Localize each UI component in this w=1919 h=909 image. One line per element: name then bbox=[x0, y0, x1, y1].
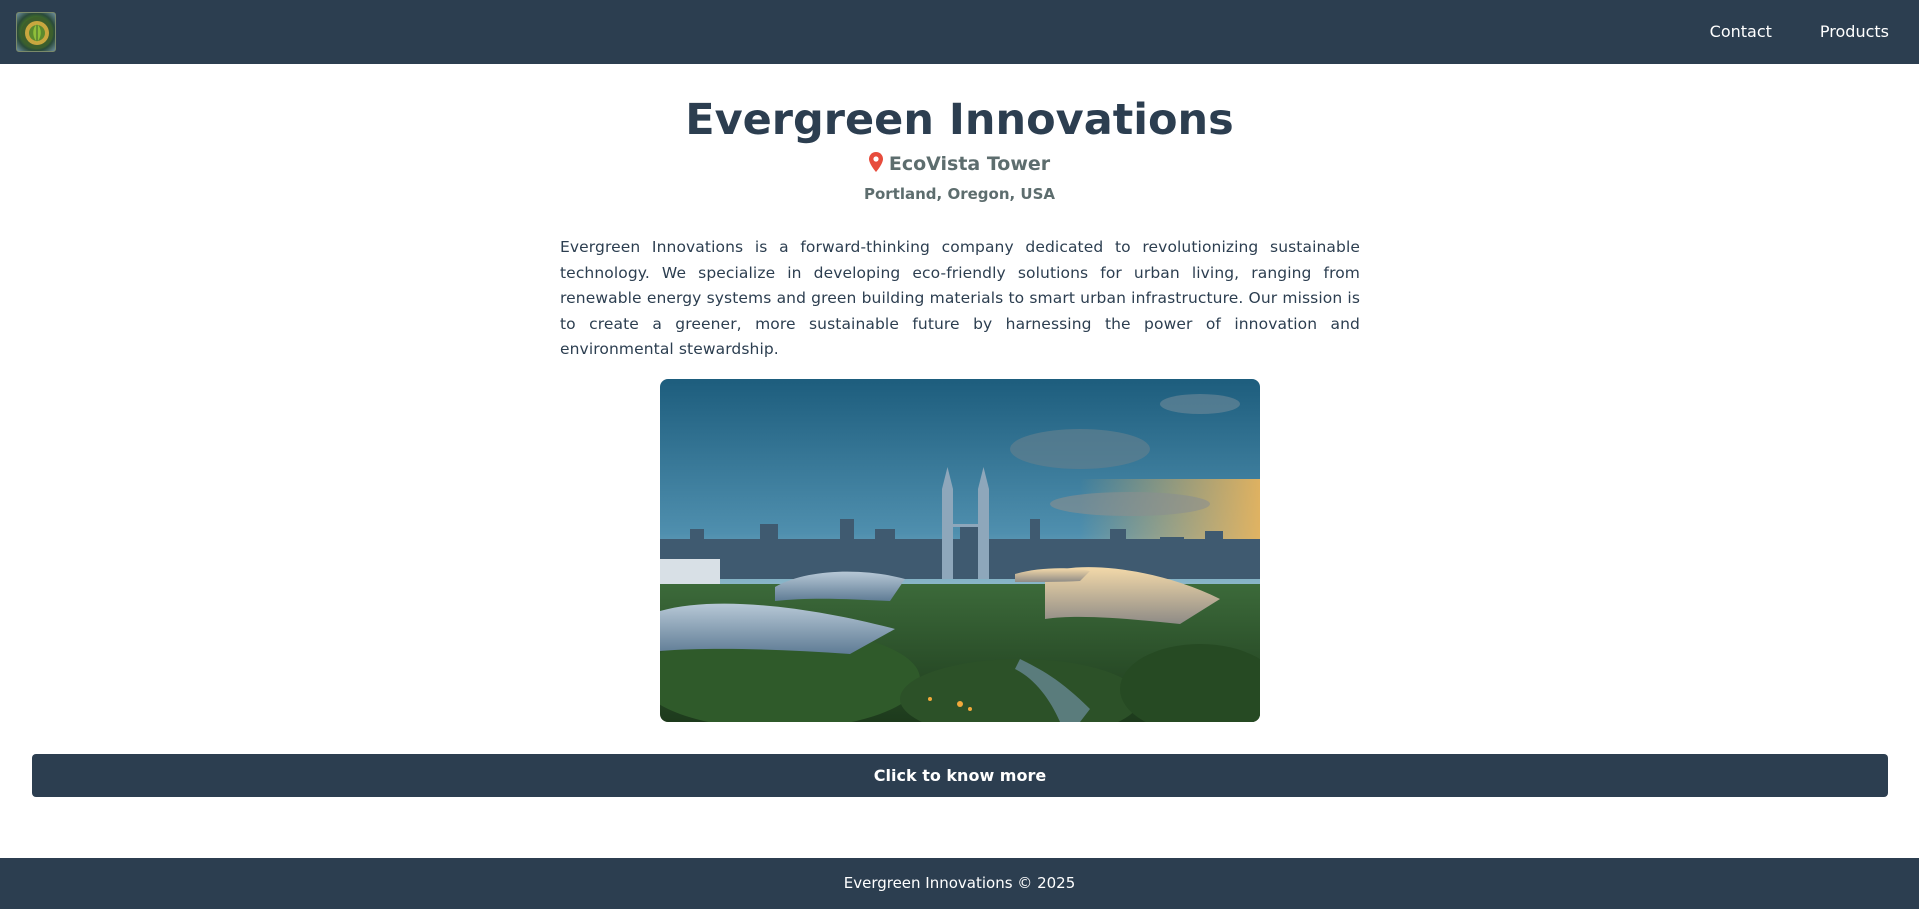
main-content: Evergreen Innovations EcoVista Tower Por… bbox=[0, 64, 1919, 858]
know-more-button[interactable]: Click to know more bbox=[32, 754, 1888, 797]
main-nav: Contact Products bbox=[1686, 0, 1903, 64]
nav-link-contact[interactable]: Contact bbox=[1686, 0, 1796, 64]
map-pin-icon bbox=[868, 152, 883, 178]
location-text: Portland, Oregon, USA bbox=[863, 185, 1056, 203]
building-line: EcoVista Tower bbox=[0, 152, 1919, 178]
footer: Evergreen Innovations © 2025 bbox=[0, 858, 1919, 909]
footer-copyright: Evergreen Innovations © 2025 bbox=[843, 874, 1076, 892]
nav-link-products[interactable]: Products bbox=[1796, 0, 1903, 64]
building-name: EcoVista Tower bbox=[888, 153, 1051, 175]
company-description: Evergreen Innovations is a forward-think… bbox=[560, 238, 1360, 358]
leaf-emblem-icon bbox=[21, 17, 53, 49]
city-skyline-image bbox=[660, 379, 1260, 722]
company-logo[interactable] bbox=[16, 12, 56, 52]
top-navbar: Contact Products bbox=[0, 0, 1919, 64]
page-title: Evergreen Innovations bbox=[685, 95, 1234, 145]
